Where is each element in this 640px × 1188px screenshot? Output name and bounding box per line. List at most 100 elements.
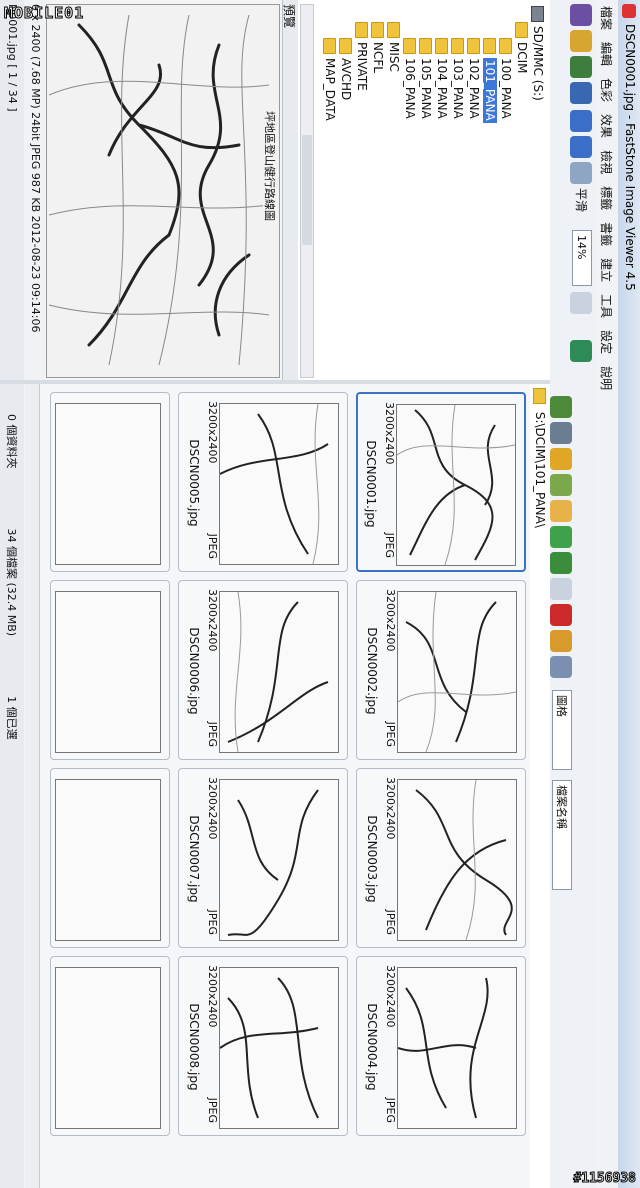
toolbar: 平滑 14% 圖格 檔案名稱 <box>549 0 596 1188</box>
tree-item-100-pana[interactable]: 100_PANA <box>498 38 514 119</box>
thumbnail-format: JPEG <box>206 533 219 559</box>
thumbnail-filename: DSCN0004.jpg <box>365 1003 379 1091</box>
thumbnail-dscn0006[interactable]: 3200x2400 JPEG DSCN0006.jpg <box>178 580 348 760</box>
thumbnail-image <box>397 967 517 1129</box>
tree-item-dcim[interactable]: DCIM <box>514 22 530 74</box>
thumbnail-grid: 3200x2400 JPEG DSCN0001.jpg 3200x2400 JP… <box>40 384 530 1188</box>
crop-icon[interactable] <box>550 448 572 470</box>
rotate-icon[interactable] <box>550 422 572 444</box>
menu-bookmarks[interactable]: 書籤 <box>599 216 616 252</box>
toolbar-row-2: 圖格 檔案名稱 <box>550 0 572 1188</box>
folder-open-icon <box>483 38 497 54</box>
rotate-left-icon[interactable] <box>550 552 572 574</box>
menu-view[interactable]: 檢視 <box>599 144 616 180</box>
thumbnail-dscn0007[interactable]: 3200x2400 JPEG DSCN0007.jpg <box>178 768 348 948</box>
tree-item-106-pana[interactable]: 106_PANA <box>402 38 418 119</box>
thumbnail-dscn0004[interactable]: 3200x2400 JPEG DSCN0004.jpg <box>356 956 526 1136</box>
tree-item-105-pana[interactable]: 105_PANA <box>418 38 434 119</box>
folder-icon <box>435 38 449 54</box>
fullscreen-icon[interactable] <box>570 56 592 78</box>
menu-tools[interactable]: 工具 <box>599 288 616 324</box>
thumbnail-partial[interactable] <box>50 580 170 760</box>
tree-item-map-data[interactable]: MAP_DATA <box>322 38 338 121</box>
status-files: 34 個檔案 (32.4 MB) <box>5 528 18 637</box>
thumbnail-dimensions: 3200x2400 <box>384 777 397 840</box>
tree-item-102-pana[interactable]: 102_PANA <box>466 38 482 119</box>
sort-select[interactable]: 檔案名稱 <box>552 780 572 890</box>
status-file-index: N0001.jpg [ 1 / 34 ] <box>0 0 24 380</box>
tree-root[interactable]: SD/MMC (S:) <box>530 6 546 101</box>
thumbnail-filename: DSCN0008.jpg <box>187 1003 201 1091</box>
thumbnail-dimensions: 3200x2400 <box>384 965 397 1028</box>
thumbnail-image <box>397 591 517 753</box>
menu-help[interactable]: 說明 <box>599 360 616 396</box>
batch-icon[interactable] <box>550 630 572 652</box>
menu-effects[interactable]: 效果 <box>599 108 616 144</box>
tree-item-label: 106_PANA <box>403 58 417 119</box>
browse-icon[interactable] <box>570 30 592 52</box>
menu-color[interactable]: 色彩 <box>599 72 616 108</box>
folder-tree: SD/MMC (S:) DCIM 100_PANA 101_PANA 102_P… <box>297 0 550 381</box>
compare-icon[interactable] <box>550 656 572 678</box>
tag-icon[interactable] <box>550 578 572 600</box>
menu-edit[interactable]: 編輯 <box>599 36 616 72</box>
thumbnail-dscn0001[interactable]: 3200x2400 JPEG DSCN0001.jpg <box>356 392 526 572</box>
folder-icon <box>533 388 546 404</box>
slideshow-icon[interactable] <box>570 82 592 104</box>
thumbnail-partial[interactable] <box>50 392 170 572</box>
menu-create[interactable]: 建立 <box>599 252 616 288</box>
up-icon[interactable] <box>550 396 572 418</box>
delete-icon[interactable] <box>550 604 572 626</box>
thumbnail-format: JPEG <box>384 721 397 747</box>
thumbnail-dscn0005[interactable]: 3200x2400 JPEG DSCN0005.jpg <box>178 392 348 572</box>
email-icon[interactable] <box>550 500 572 522</box>
tree-item-label: DCIM <box>515 42 529 74</box>
menu-settings[interactable]: 設定 <box>599 324 616 360</box>
thumbnail-dscn0008[interactable]: 3200x2400 JPEG DSCN0008.jpg <box>178 956 348 1136</box>
thumbnail-image <box>219 403 339 565</box>
tree-item-avchd[interactable]: AVCHD <box>338 38 354 100</box>
status-folders: 0 個資料夾 <box>5 414 18 469</box>
thumbnail-filename: DSCN0001.jpg <box>364 440 378 528</box>
menu-tags[interactable]: 標籤 <box>599 180 616 216</box>
thumbnail-scrollbar[interactable] <box>25 384 40 1188</box>
thumbnail-format: JPEG <box>206 721 219 747</box>
resize-icon[interactable] <box>550 474 572 496</box>
tree-item-misc[interactable]: MISC <box>386 22 402 72</box>
zoom-out-icon[interactable] <box>570 136 592 158</box>
tree-item-private[interactable]: PRIVATE <box>354 22 370 91</box>
thumbnail-filename: DSCN0003.jpg <box>365 815 379 903</box>
screenshot-stage: DSCN0001.jpg - FastStone Image Viewer 4.… <box>0 0 640 1188</box>
folder-icon <box>323 38 337 54</box>
tree-item-104-pana[interactable]: 104_PANA <box>434 38 450 119</box>
thumbnail-image <box>55 403 161 565</box>
folder-icon <box>339 38 353 54</box>
thumbnail-image <box>396 404 516 566</box>
tree-item-label: 103_PANA <box>451 58 465 119</box>
scrollbar-thumb[interactable] <box>302 135 312 245</box>
rotate-right-icon[interactable] <box>550 526 572 548</box>
tree-horizontal-scrollbar[interactable] <box>300 4 314 378</box>
open-icon[interactable] <box>570 4 592 26</box>
smooth-check-icon[interactable] <box>570 162 592 184</box>
hand-tool-icon[interactable] <box>570 292 592 314</box>
thumbnail-dscn0002[interactable]: 3200x2400 JPEG DSCN0002.jpg <box>356 580 526 760</box>
window-title: DSCN0001.jpg - FastStone Image Viewer 4.… <box>623 24 637 291</box>
thumbnail-dscn0003[interactable]: 3200x2400 JPEG DSCN0003.jpg <box>356 768 526 948</box>
map-preview-graphic: 坪地區登山健行路線圖 <box>47 5 279 377</box>
tree-item-label: MAP_DATA <box>323 58 337 121</box>
map-title: 坪地區登山健行路線圖 <box>263 111 277 221</box>
zoom-select[interactable]: 14% <box>572 230 592 286</box>
thumbnail-format: JPEG <box>384 1097 397 1123</box>
tree-item-ncfl[interactable]: NCFL <box>370 22 386 73</box>
thumbnail-image <box>219 967 339 1129</box>
tree-item-101-pana[interactable]: 101_PANA <box>482 38 498 123</box>
app-window: DSCN0001.jpg - FastStone Image Viewer 4.… <box>0 0 640 1188</box>
view-mode-select[interactable]: 圖格 <box>552 690 572 770</box>
thumbnail-partial[interactable] <box>50 768 170 948</box>
tree-item-103-pana[interactable]: 103_PANA <box>450 38 466 119</box>
refresh-icon[interactable] <box>570 340 592 362</box>
menu-file[interactable]: 檔案 <box>599 0 616 36</box>
thumbnail-partial[interactable] <box>50 956 170 1136</box>
zoom-in-icon[interactable] <box>570 110 592 132</box>
